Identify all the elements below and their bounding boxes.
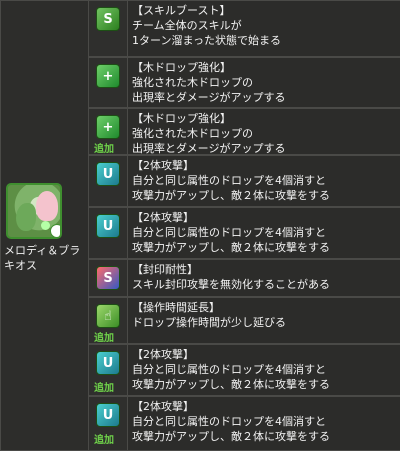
awakening-title: 【封印耐性】 bbox=[132, 263, 198, 276]
two-body-attack-icon: U bbox=[96, 351, 120, 375]
awakening-desc-line2: 1ターン溜まった状態で始まる bbox=[132, 34, 282, 47]
awakening-title: 【操作時間延長】 bbox=[132, 301, 220, 314]
awakening-title: 【2体攻撃】 bbox=[132, 159, 194, 172]
awakening-row: U 追加 【2体攻撃】 自分と同じ属性のドロップを4個消すと 攻撃力がアップし、… bbox=[89, 344, 400, 396]
awakening-desc-line1: 強化された木ドロップの bbox=[132, 76, 253, 89]
awakening-desc-line1: 自分と同じ属性のドロップを4個消すと bbox=[132, 415, 326, 428]
awakening-row: U 【2体攻撃】 自分と同じ属性のドロップを4個消すと 攻撃力がアップし、敵２体… bbox=[89, 155, 400, 207]
awakening-row: S 【スキルブースト】 チーム全体のスキルが 1ターン溜まった状態で始まる bbox=[89, 0, 400, 57]
awakening-desc-line1: スキル封印攻撃を無効化することがある bbox=[132, 278, 330, 291]
character-image-green bbox=[16, 203, 36, 231]
awakening-title: 【2体攻撃】 bbox=[132, 211, 194, 224]
awakening-desc-line2: 出現率とダメージがアップする bbox=[132, 142, 286, 155]
two-body-attack-icon: U bbox=[96, 403, 120, 427]
character-image-pink bbox=[36, 191, 58, 221]
awakening-desc-line1: チーム全体のスキルが bbox=[132, 19, 242, 32]
added-label: 追加 bbox=[94, 435, 114, 446]
wood-drop-enhance-icon: + bbox=[96, 115, 120, 139]
awakening-desc-line2: 攻撃力がアップし、敵２体に攻撃をする bbox=[132, 378, 330, 391]
awakening-row: + 【木ドロップ強化】 強化された木ドロップの 出現率とダメージがアップする bbox=[89, 57, 400, 108]
awakening-desc-line2: 攻撃力がアップし、敵２体に攻撃をする bbox=[132, 189, 330, 202]
awakening-desc-line1: 自分と同じ属性のドロップを4個消すと bbox=[132, 226, 326, 239]
awakening-desc-line1: ドロップ操作時間が少し延びる bbox=[132, 316, 286, 329]
attribute-badge-icon bbox=[50, 224, 60, 237]
awakening-title: 【2体攻撃】 bbox=[132, 400, 194, 413]
skill-boost-icon: S bbox=[96, 7, 120, 31]
awakening-row: ☝ 追加 【操作時間延長】 ドロップ操作時間が少し延びる bbox=[89, 297, 400, 344]
character-name: メロディ＆ブラ キオス bbox=[4, 243, 88, 273]
awakening-desc-line1: 強化された木ドロップの bbox=[132, 127, 253, 140]
added-label: 追加 bbox=[94, 144, 114, 155]
awakening-desc-line2: 出現率とダメージがアップする bbox=[132, 91, 286, 104]
character-gem-icon bbox=[41, 221, 50, 230]
awakening-desc-line1: 自分と同じ属性のドロップを4個消すと bbox=[132, 363, 326, 376]
awakening-row: + 追加 【木ドロップ強化】 強化された木ドロップの 出現率とダメージがアップす… bbox=[89, 108, 400, 155]
character-cell: メロディ＆ブラ キオス bbox=[0, 0, 89, 451]
awakening-title: 【木ドロップ強化】 bbox=[132, 112, 231, 125]
seal-resist-icon: S bbox=[96, 266, 120, 290]
time-extend-icon: ☝ bbox=[96, 304, 120, 328]
wood-drop-enhance-icon: + bbox=[96, 64, 120, 88]
awakening-desc-line2: 攻撃力がアップし、敵２体に攻撃をする bbox=[132, 430, 330, 443]
awakening-table: メロディ＆ブラ キオス S 【スキルブースト】 チーム全体のスキルが 1ターン溜… bbox=[0, 0, 400, 451]
character-avatar[interactable] bbox=[6, 183, 62, 239]
two-body-attack-icon: U bbox=[96, 162, 120, 186]
awakening-desc-line2: 攻撃力がアップし、敵２体に攻撃をする bbox=[132, 241, 330, 254]
awakening-title: 【木ドロップ強化】 bbox=[132, 61, 231, 74]
awakening-title: 【2体攻撃】 bbox=[132, 348, 194, 361]
two-body-attack-icon: U bbox=[96, 214, 120, 238]
character-name-line2: キオス bbox=[4, 259, 37, 272]
character-name-line1: メロディ＆ブラ bbox=[4, 244, 81, 257]
awakening-row: U 追加 【2体攻撃】 自分と同じ属性のドロップを4個消すと 攻撃力がアップし、… bbox=[89, 396, 400, 451]
awakening-row: S 【封印耐性】 スキル封印攻撃を無効化することがある bbox=[89, 259, 400, 297]
awakening-row: U 【2体攻撃】 自分と同じ属性のドロップを4個消すと 攻撃力がアップし、敵２体… bbox=[89, 207, 400, 259]
added-label: 追加 bbox=[94, 333, 114, 344]
added-label: 追加 bbox=[94, 383, 114, 394]
awakening-title: 【スキルブースト】 bbox=[132, 4, 231, 17]
awakening-desc-line1: 自分と同じ属性のドロップを4個消すと bbox=[132, 174, 326, 187]
